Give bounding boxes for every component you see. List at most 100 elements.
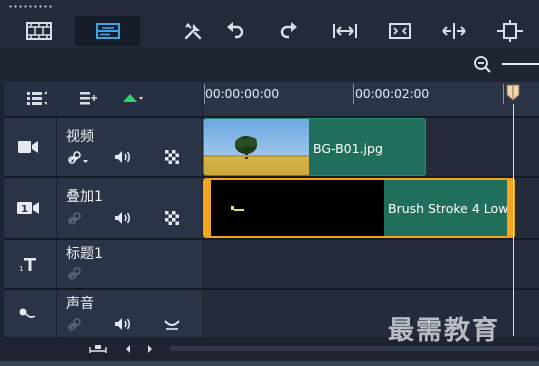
ripple-edit-icon (123, 94, 143, 102)
ducking-icon (164, 320, 180, 330)
chevron-right-icon (148, 345, 152, 353)
mute-button[interactable] (114, 150, 132, 164)
track-separator (56, 178, 57, 238)
video-track-header[interactable]: 视频 (4, 118, 202, 176)
chevron-left-icon (126, 345, 130, 353)
fit-window-icon (389, 23, 411, 39)
zoom-slider[interactable] (502, 63, 539, 65)
track-visibility-button[interactable] (165, 150, 179, 164)
brush-stroke-thumbnail (231, 206, 244, 211)
mute-button[interactable] (114, 317, 132, 331)
svg-text:1: 1 (21, 204, 28, 215)
overlay-clip[interactable]: Brush Stroke 4 Lowe (203, 178, 515, 238)
title-track-body[interactable] (203, 240, 539, 288)
checker-icon (165, 150, 179, 164)
track-divider (4, 288, 539, 290)
zoom-fit-icon (89, 345, 107, 353)
audio-track-header[interactable]: 声音 (4, 290, 202, 337)
track-manager-header (4, 82, 202, 116)
timeline-icon (95, 23, 120, 39)
overlay-camera-icon: 1 (17, 202, 39, 215)
chapter-list-icon (80, 92, 97, 105)
checker-icon (165, 211, 179, 225)
timeline-view-button[interactable] (75, 16, 140, 46)
microphone-icon (19, 308, 36, 318)
mute-button[interactable] (114, 211, 132, 225)
toolbar-grip[interactable] (8, 5, 54, 8)
track-separator (56, 240, 57, 288)
track-separator (56, 290, 57, 337)
scroll-left-button[interactable] (124, 344, 132, 354)
undo-button[interactable] (222, 16, 248, 46)
link-toggle-button[interactable] (68, 317, 84, 331)
video-track-icon-wrap (4, 118, 52, 176)
ruler-timecode: 00:00:00:00 (205, 86, 280, 101)
ruler-tick (353, 84, 354, 104)
audio-ducking-button[interactable] (164, 317, 180, 331)
track-divider (4, 238, 539, 240)
speaker-icon (115, 212, 130, 224)
main-toolbar (0, 0, 539, 48)
overlay-track-header[interactable]: 1 叠加1 (4, 178, 202, 238)
expand-icon (497, 20, 523, 42)
scroll-right-button[interactable] (146, 344, 154, 354)
playhead-marker[interactable] (505, 84, 521, 101)
speaker-icon (115, 318, 130, 330)
overlay-track-name: 叠加1 (66, 189, 103, 205)
track-divider (4, 176, 539, 178)
fit-project-icon (333, 24, 357, 38)
fit-project-button[interactable] (330, 16, 360, 46)
audio-track-icon-wrap (4, 290, 52, 337)
link-icon (68, 318, 81, 331)
window-bottom-edge (0, 361, 539, 366)
title-track-header[interactable]: 1 标题1 (4, 240, 202, 288)
video-track-name: 视频 (66, 129, 94, 145)
zoom-to-fit-button[interactable] (88, 343, 108, 355)
video-camera-icon (18, 141, 38, 153)
split-icon (442, 23, 466, 39)
link-icon (68, 212, 81, 225)
storyboard-view-button[interactable] (22, 16, 56, 46)
link-icon (68, 267, 81, 280)
ruler-timecode: 00:00:02:00 (355, 86, 430, 101)
video-clip[interactable]: BG-B01.jpg (203, 118, 426, 176)
track-separator (56, 118, 57, 176)
tools-icon (184, 23, 202, 40)
audio-track-name: 声音 (66, 296, 94, 312)
title-track-icon-wrap: 1 (4, 240, 52, 288)
split-button[interactable] (440, 16, 468, 46)
speaker-icon (115, 151, 130, 163)
track-divider (4, 116, 539, 118)
playhead-line[interactable] (513, 104, 514, 336)
tools-button[interactable] (180, 16, 206, 46)
title-text-icon: 1 (19, 258, 36, 272)
track-visibility-button[interactable] (165, 211, 179, 225)
zoom-out-button[interactable] (473, 55, 493, 79)
film-strip-icon (26, 22, 52, 40)
redo-icon (280, 22, 297, 39)
link-icon (68, 151, 88, 164)
link-toggle-button[interactable] (68, 266, 84, 280)
overlay-track-icon-wrap: 1 (4, 178, 52, 238)
fit-window-button[interactable] (386, 16, 414, 46)
ripple-edit-button[interactable] (122, 92, 144, 104)
tree-image (204, 136, 309, 159)
link-toggle-button[interactable] (68, 211, 84, 225)
track-list-icon (27, 91, 47, 105)
zoom-bar (0, 48, 539, 82)
track-manager-button[interactable] (26, 90, 48, 106)
chapter-cue-button[interactable] (79, 90, 99, 106)
ruler-tick (503, 84, 504, 104)
watermark-text: 最需教育 (388, 316, 501, 346)
clip-trim-handle-left[interactable] (205, 180, 211, 236)
undo-icon (227, 22, 244, 39)
svg-text:1: 1 (19, 265, 23, 272)
overlay-clip-label: Brush Stroke 4 Lowe (388, 201, 515, 216)
link-toggle-button[interactable] (68, 150, 90, 164)
zoom-out-icon (474, 56, 491, 73)
video-clip-label: BG-B01.jpg (313, 141, 383, 156)
redo-button[interactable] (276, 16, 302, 46)
expand-button[interactable] (495, 16, 525, 46)
clip-thumbnail (204, 119, 309, 175)
title-track-name: 标题1 (66, 246, 103, 262)
